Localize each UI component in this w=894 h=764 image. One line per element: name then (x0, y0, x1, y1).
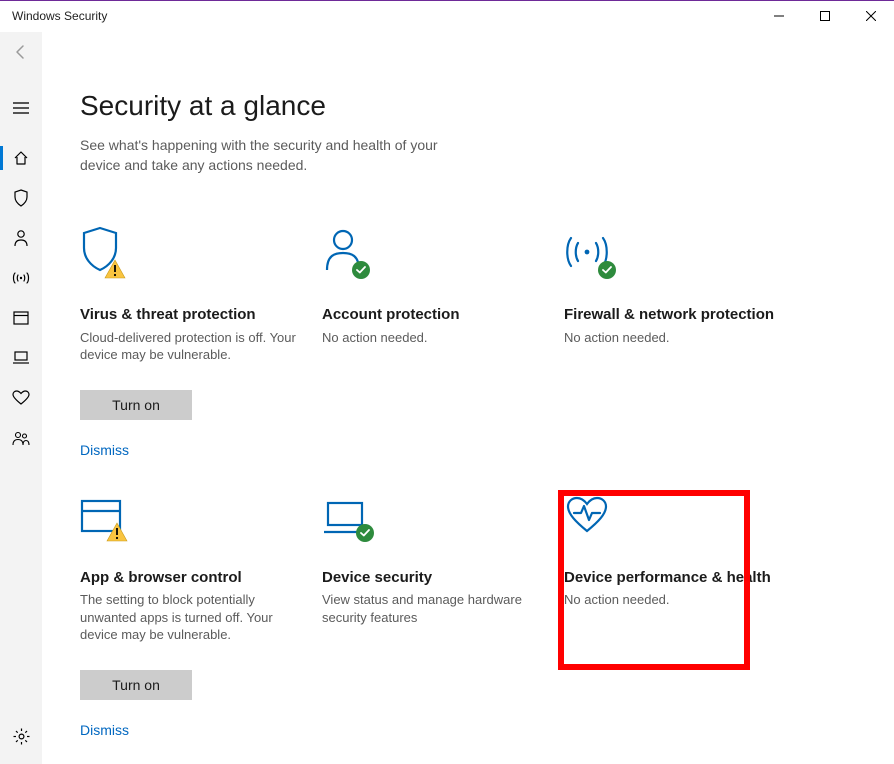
nav-device-security[interactable] (0, 338, 42, 378)
tile-desc: No action needed. (322, 329, 544, 347)
check-badge-icon (356, 524, 374, 542)
laptop-icon (12, 351, 30, 365)
back-icon (13, 44, 29, 60)
home-icon (13, 150, 29, 166)
check-badge-icon (598, 261, 616, 279)
maximize-button[interactable] (802, 0, 848, 32)
tile-app-browser[interactable]: App & browser control The setting to blo… (80, 490, 302, 738)
tile-virus-threat[interactable]: Virus & threat protection Cloud-delivere… (80, 227, 302, 458)
tile-title: App & browser control (80, 568, 302, 588)
tile-desc: No action needed. (564, 329, 786, 347)
nav-settings[interactable] (0, 716, 42, 756)
minimize-button[interactable] (756, 0, 802, 32)
people-icon (12, 430, 30, 446)
laptop-ok-icon (322, 501, 368, 538)
settings-icon (13, 728, 30, 745)
broadcast-ok-icon (564, 232, 610, 275)
nav-home[interactable] (0, 138, 42, 178)
nav-app-browser[interactable] (0, 298, 42, 338)
tile-device-security[interactable]: Device security View status and manage h… (322, 490, 544, 738)
shield-warning-icon (80, 226, 120, 275)
tile-device-health[interactable]: Device performance & health No action ne… (564, 490, 786, 738)
window-warning-icon (80, 499, 122, 538)
window-title: Windows Security (12, 9, 107, 23)
nav-account[interactable] (0, 218, 42, 258)
broadcast-icon (12, 270, 30, 286)
tile-desc: No action needed. (564, 591, 786, 609)
tile-account-protection[interactable]: Account protection No action needed. (322, 227, 544, 458)
tile-title: Device security (322, 568, 544, 588)
page-subtitle: See what's happening with the security a… (80, 136, 460, 175)
close-button[interactable] (848, 0, 894, 32)
turn-on-button[interactable]: Turn on (80, 390, 192, 420)
tile-desc: The setting to block potentially unwante… (80, 591, 302, 644)
tile-title: Firewall & network protection (564, 305, 786, 325)
nav-rail (0, 32, 42, 764)
person-ok-icon (322, 228, 364, 275)
tile-title: Account protection (322, 305, 544, 325)
turn-on-button[interactable]: Turn on (80, 670, 192, 700)
window-controls (756, 0, 894, 32)
dismiss-link[interactable]: Dismiss (80, 442, 129, 458)
tile-desc: View status and manage hardware security… (322, 591, 544, 626)
tile-title: Device performance & health (564, 568, 786, 588)
window-icon (13, 311, 29, 325)
nav-menu[interactable] (0, 88, 42, 128)
tile-desc: Cloud-delivered protection is off. Your … (80, 329, 302, 364)
tiles-grid: Virus & threat protection Cloud-delivere… (80, 227, 894, 738)
nav-family[interactable] (0, 418, 42, 458)
dismiss-link[interactable]: Dismiss (80, 722, 129, 738)
tile-firewall[interactable]: Firewall & network protection No action … (564, 227, 786, 458)
heart-pulse-icon (564, 495, 610, 538)
titlebar: Windows Security (0, 0, 894, 32)
heart-icon (12, 390, 30, 406)
person-icon (13, 229, 29, 247)
hamburger-icon (13, 102, 29, 114)
nav-back[interactable] (0, 32, 42, 72)
page-title: Security at a glance (80, 90, 894, 122)
tile-title: Virus & threat protection (80, 305, 302, 325)
nav-virus[interactable] (0, 178, 42, 218)
shield-icon (13, 189, 29, 207)
nav-firewall[interactable] (0, 258, 42, 298)
main-content: Security at a glance See what's happenin… (42, 32, 894, 764)
nav-device-health[interactable] (0, 378, 42, 418)
check-badge-icon (352, 261, 370, 279)
